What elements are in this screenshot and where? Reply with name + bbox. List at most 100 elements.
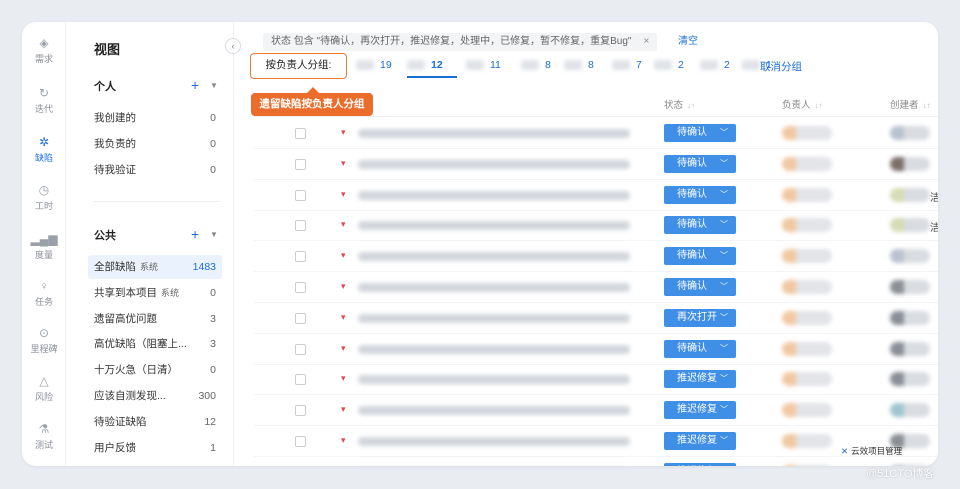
owner-group-tab[interactable]: 11 [466,59,501,75]
defect-title-blurred[interactable] [358,344,630,354]
owner-group-tab[interactable]: 2 [700,59,730,75]
status-dropdown[interactable]: 推迟修复﹀ [664,370,736,389]
owner-group-tab[interactable]: 8 [521,59,551,75]
row-checkbox[interactable] [295,251,306,263]
owner-group-tab[interactable]: 19 [356,59,392,75]
owner-avatar-blurred[interactable] [782,310,832,325]
status-dropdown[interactable]: 待确认 ﹀ [664,278,736,296]
add-public-view-icon[interactable]: + [191,227,199,241]
table-row[interactable]: ▾ 待确认 ﹀ [254,149,938,180]
owner-group-tab[interactable]: 12 [407,59,443,75]
status-dropdown[interactable]: 待确认 ﹀ [664,339,736,358]
remove-filter-icon[interactable]: × [643,36,649,47]
column-header-status[interactable]: 状态 ↓↑ [664,97,695,111]
owner-avatar-blurred[interactable] [782,341,832,356]
owner-avatar-blurred[interactable] [782,156,832,171]
table-row[interactable]: ▾推迟修复﹀ [254,457,938,466]
nav-task[interactable]: ♀ 任务 [22,279,66,308]
owner-avatar-blurred[interactable] [782,403,832,418]
row-checkbox[interactable] [295,282,306,293]
owner-group-tab[interactable]: 8 [564,59,594,75]
owner-avatar-blurred[interactable] [782,280,832,294]
clear-filter-link[interactable]: 清空 [678,33,698,51]
status-filter-chip[interactable]: 状态 包含 "待确认，再次打开，推迟修复，处理中，已修复，暂不修复，重复Bug"… [263,33,658,51]
view-item[interactable]: 十万火急（日清） 0 [88,358,222,382]
view-item[interactable]: 应该自测发现... 300 [88,384,222,408]
public-caret-icon[interactable]: ▼ [210,230,218,239]
status-dropdown[interactable]: 推迟修复﹀ [664,401,736,420]
row-checkbox[interactable] [295,374,306,386]
status-dropdown[interactable]: 待确认 ﹀ [664,216,736,235]
status-dropdown[interactable]: 待确认 ﹀ [664,124,736,142]
table-row[interactable]: ▾ 再次打开 ﹀ [254,303,938,334]
status-dropdown[interactable]: 待确认 ﹀ [664,185,736,204]
table-row[interactable]: ▾ 待确认 ﹀ [254,272,938,303]
cancel-grouping-link[interactable]: 取消分组 [760,59,802,75]
status-dropdown[interactable]: 待确认 ﹀ [664,247,736,266]
nav-metric[interactable]: ▂▄▆ 度量 [22,232,66,261]
defect-title-blurred[interactable] [358,252,630,262]
row-checkbox[interactable] [295,343,306,355]
view-item[interactable]: 我负责的 0 [88,132,222,156]
status-dropdown[interactable]: 再次打开 ﹀ [664,308,736,327]
table-row[interactable]: ▾推迟修复﹀ [254,426,938,457]
sort-icon[interactable]: ↓↑ [687,101,695,110]
view-item[interactable]: 遗留高优问题 3 [88,307,222,331]
add-personal-view-icon[interactable]: + [191,78,199,92]
owner-avatar-blurred[interactable] [782,126,832,140]
view-item[interactable]: 用户反馈 1 [88,436,222,460]
view-item[interactable]: 高优缺陷（阻塞上... 3 [88,332,222,356]
table-row[interactable]: ▾推迟修复﹀ [254,364,938,396]
status-dropdown[interactable]: 待确认 ﹀ [664,154,736,173]
owner-avatar-blurred[interactable] [782,187,832,202]
row-checkbox[interactable] [295,220,306,232]
row-checkbox[interactable] [295,405,306,417]
status-dropdown[interactable]: 推迟修复﹀ [664,462,736,466]
row-checkbox[interactable] [295,158,306,170]
defect-title-blurred[interactable] [358,190,630,200]
defect-title-blurred[interactable] [358,313,630,323]
row-checkbox[interactable] [295,128,306,139]
defect-title-blurred[interactable] [358,406,630,416]
owner-group-tab[interactable]: 2 [654,59,684,75]
nav-iteration[interactable]: ↻ 迭代 [22,86,66,115]
view-item[interactable]: 共享到本项目 系统 0 [88,281,222,305]
table-row[interactable]: ▾ 待确认 ﹀ [254,334,938,365]
owner-avatar-blurred[interactable] [782,372,832,387]
owner-avatar-blurred[interactable] [782,434,832,448]
nav-worktime[interactable]: ◷ 工时 [22,183,66,212]
row-checkbox[interactable] [295,189,306,201]
defect-title-blurred[interactable] [358,437,630,446]
view-item[interactable]: 待验证缺陷 12 [88,410,222,434]
nav-requirement[interactable]: ◈ 需求 [22,36,66,65]
owner-avatar-blurred[interactable] [782,249,832,264]
owner-avatar-blurred[interactable] [782,218,832,233]
defect-title-blurred[interactable] [358,375,630,385]
view-item[interactable]: 待我验证 0 [88,158,222,182]
nav-milestone[interactable]: ⊙ 里程碑 [22,326,66,355]
defect-title-blurred[interactable] [358,129,630,138]
row-checkbox[interactable] [295,436,306,447]
column-header-owner[interactable]: 负责人 ↓↑ [782,97,823,111]
view-item[interactable]: 我创建的 0 [88,106,222,130]
table-row[interactable]: ▾ 待确认 ﹀ [254,241,938,273]
view-item[interactable]: 全部缺陷 系统 1483 [88,255,222,279]
table-row[interactable]: ▾ 待确认 ﹀ 洁 [254,180,938,211]
sort-icon[interactable]: ↓↑ [923,101,931,110]
nav-defect[interactable]: ✲ 缺陷 [22,135,66,164]
owner-avatar-blurred[interactable] [782,464,832,466]
defect-title-blurred[interactable] [358,283,630,292]
status-dropdown[interactable]: 推迟修复﹀ [664,432,736,450]
sort-icon[interactable]: ↓↑ [815,101,823,110]
nav-test[interactable]: ⚗ 测试 [22,422,66,451]
table-row[interactable]: ▾ 待确认 ﹀ [254,118,938,149]
table-row[interactable]: ▾推迟修复﹀ [254,395,938,427]
personal-caret-icon[interactable]: ▼ [210,81,218,90]
owner-group-tab[interactable]: 7 [612,59,642,75]
defect-title-blurred[interactable] [358,159,630,169]
table-row[interactable]: ▾ 待确认 ﹀ 洁 [254,210,938,242]
nav-risk[interactable]: △ 风险 [22,374,66,403]
row-checkbox[interactable] [295,312,306,324]
collapse-panel-button[interactable]: ‹ [225,38,241,54]
defect-title-blurred[interactable] [358,221,630,231]
